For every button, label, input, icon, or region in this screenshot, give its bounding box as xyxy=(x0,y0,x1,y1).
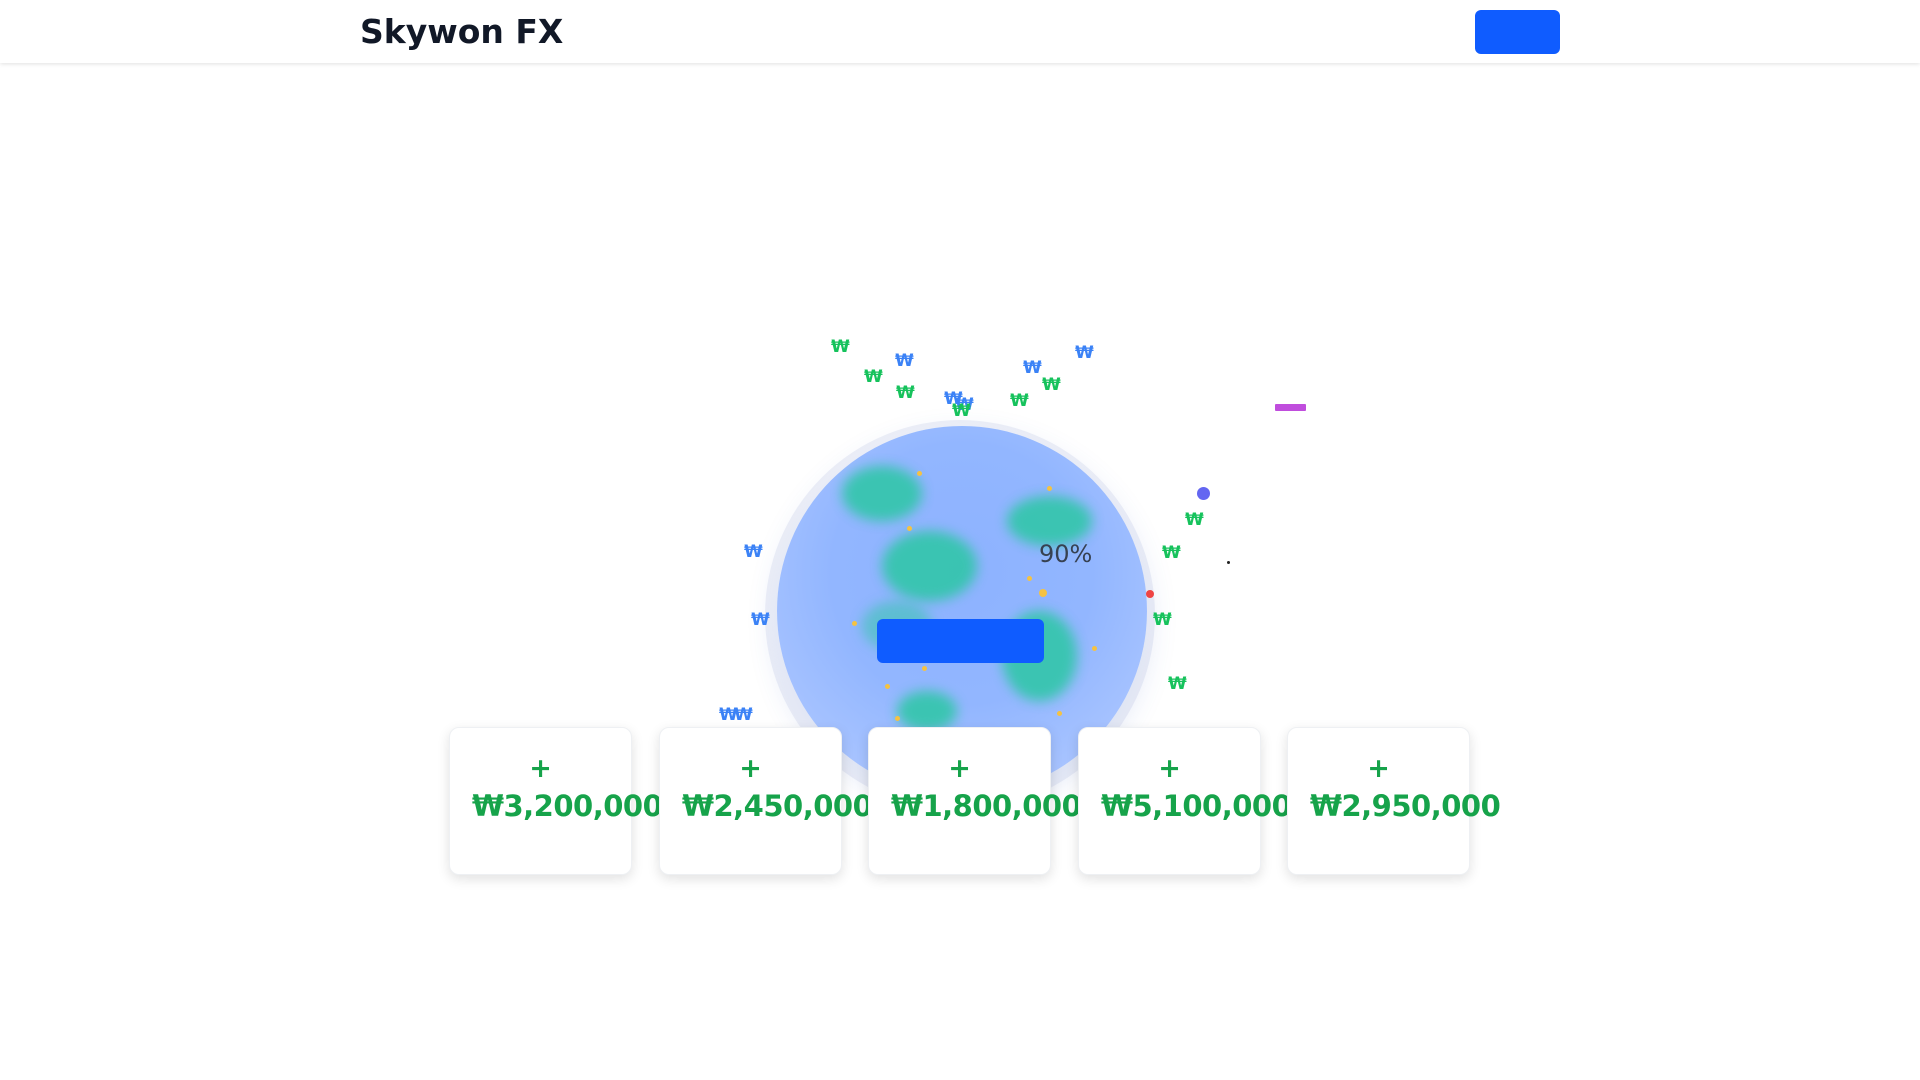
won-symbol: ₩ xyxy=(1168,674,1187,694)
sparkle xyxy=(907,526,912,531)
amount-card[interactable]: + ₩1,800,000 xyxy=(868,727,1082,875)
sparkle xyxy=(1092,646,1097,651)
sparkle xyxy=(1039,589,1047,597)
card-amount: ₩1,800,000 xyxy=(891,789,1082,823)
card-sign: + xyxy=(1158,753,1181,784)
won-symbol: ₩ xyxy=(1042,375,1061,395)
sparkle xyxy=(1047,486,1052,491)
sparkle xyxy=(1057,711,1062,716)
card-amount: ₩5,100,000 xyxy=(1101,789,1292,823)
card-sign: + xyxy=(529,753,552,784)
won-symbol: ₩ xyxy=(952,401,971,421)
top-nav-bar: Skywon FX xyxy=(0,0,1920,63)
won-symbol: ₩ xyxy=(751,610,770,630)
card-sign: + xyxy=(1367,753,1390,784)
won-symbol: ₩ xyxy=(896,383,915,403)
confetti-dot xyxy=(1146,590,1154,598)
won-symbol: ₩ xyxy=(1153,610,1172,630)
globe-primary-button[interactable] xyxy=(877,619,1044,663)
card-sign: + xyxy=(948,753,971,784)
land-blob xyxy=(1007,496,1092,546)
card-sign: + xyxy=(739,753,762,784)
confetti-dot xyxy=(1197,487,1210,500)
progress-percent: 90% xyxy=(1039,540,1093,568)
land-blob xyxy=(842,466,922,521)
card-amount: ₩2,950,000 xyxy=(1310,789,1501,823)
won-symbol: ₩ xyxy=(734,705,753,725)
amount-card[interactable]: + ₩2,950,000 xyxy=(1287,727,1501,875)
card-amount: ₩3,200,000 xyxy=(472,789,663,823)
sparkle xyxy=(895,716,900,721)
amount-card[interactable]: + ₩5,100,000 xyxy=(1078,727,1292,875)
confetti-dash xyxy=(1275,404,1306,411)
won-symbol: ₩ xyxy=(895,351,914,371)
won-symbol: ₩ xyxy=(1075,343,1094,363)
land-blob xyxy=(897,691,957,731)
amount-card[interactable]: + ₩3,200,000 xyxy=(449,727,663,875)
land-blob xyxy=(882,531,977,601)
sparkle xyxy=(922,666,927,671)
confetti-dot xyxy=(1227,561,1230,564)
header-action-button[interactable] xyxy=(1475,10,1560,54)
sparkle xyxy=(1027,576,1032,581)
sparkle xyxy=(917,471,922,476)
brand-logo-text[interactable]: Skywon FX xyxy=(360,13,563,51)
won-symbol: ₩ xyxy=(1023,358,1042,378)
won-symbol: ₩ xyxy=(1162,543,1181,563)
sparkle xyxy=(852,621,857,626)
won-symbol: ₩ xyxy=(864,367,883,387)
amount-cards: + ₩3,200,000 + ₩2,450,000 + ₩1,800,000 +… xyxy=(449,727,1501,877)
won-symbol: ₩ xyxy=(1010,391,1029,411)
won-symbol: ₩ xyxy=(831,337,850,357)
card-amount: ₩2,450,000 xyxy=(682,789,873,823)
won-symbol: ₩ xyxy=(1185,510,1204,530)
sparkle xyxy=(885,684,890,689)
won-symbol: ₩ xyxy=(744,542,763,562)
amount-card[interactable]: + ₩2,450,000 xyxy=(659,727,873,875)
